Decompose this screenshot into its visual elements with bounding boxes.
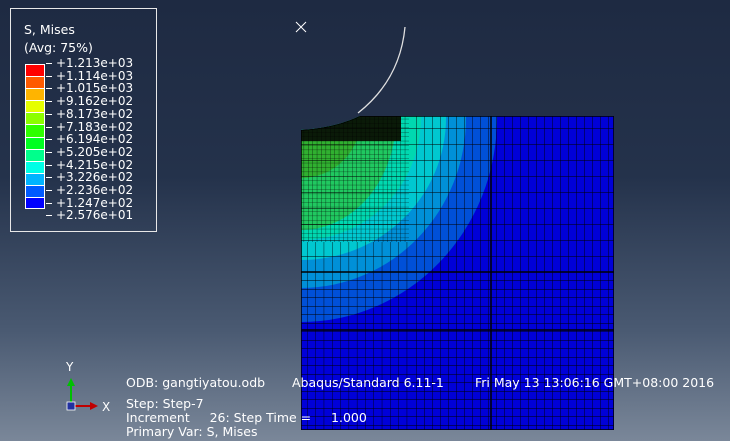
legend-value: +5.205e+02 (46, 145, 133, 159)
odb-name: ODB: gangtiyatou.odb (126, 375, 266, 390)
solver-version: Abaqus/Standard 6.11-1 (292, 375, 444, 390)
legend-swatch (25, 100, 45, 113)
contour-legend: S, Mises (Avg: 75%) +1.213e+03 +1.114e+03… (10, 8, 157, 232)
y-axis-label: Y (65, 360, 74, 374)
legend-value: +8.173e+02 (46, 107, 133, 121)
legend-swatch (25, 76, 45, 89)
deformed-part (301, 116, 614, 430)
legend-swatch (25, 64, 45, 77)
legend-swatch (25, 160, 45, 173)
legend-subtitle: (Avg: 75%) (24, 40, 93, 55)
step-info: Step: Step-7 (126, 396, 204, 411)
legend-color-bar (25, 64, 45, 210)
timestamp: Fri May 13 13:06:16 GMT+08:00 2016 (475, 375, 715, 390)
legend-swatch (25, 88, 45, 101)
legend-title: S, Mises (24, 22, 75, 37)
legend-value: +2.576e+01 (46, 209, 133, 222)
primary-variable: Primary Var: S, Mises (126, 424, 258, 439)
reference-point-marker (295, 21, 307, 33)
legend-swatch (25, 172, 45, 185)
legend-swatch (25, 136, 45, 149)
legend-swatch (25, 148, 45, 161)
legend-swatch (25, 112, 45, 125)
legend-swatch (25, 124, 45, 137)
legend-swatch (25, 197, 45, 210)
axis-triad: Y X (65, 360, 110, 414)
legend-swatch (25, 184, 45, 198)
x-axis-label: X (102, 400, 110, 414)
increment-info: Increment 26: Step Time = 1.000 (126, 410, 367, 425)
rigid-indenter-arc (357, 26, 406, 114)
